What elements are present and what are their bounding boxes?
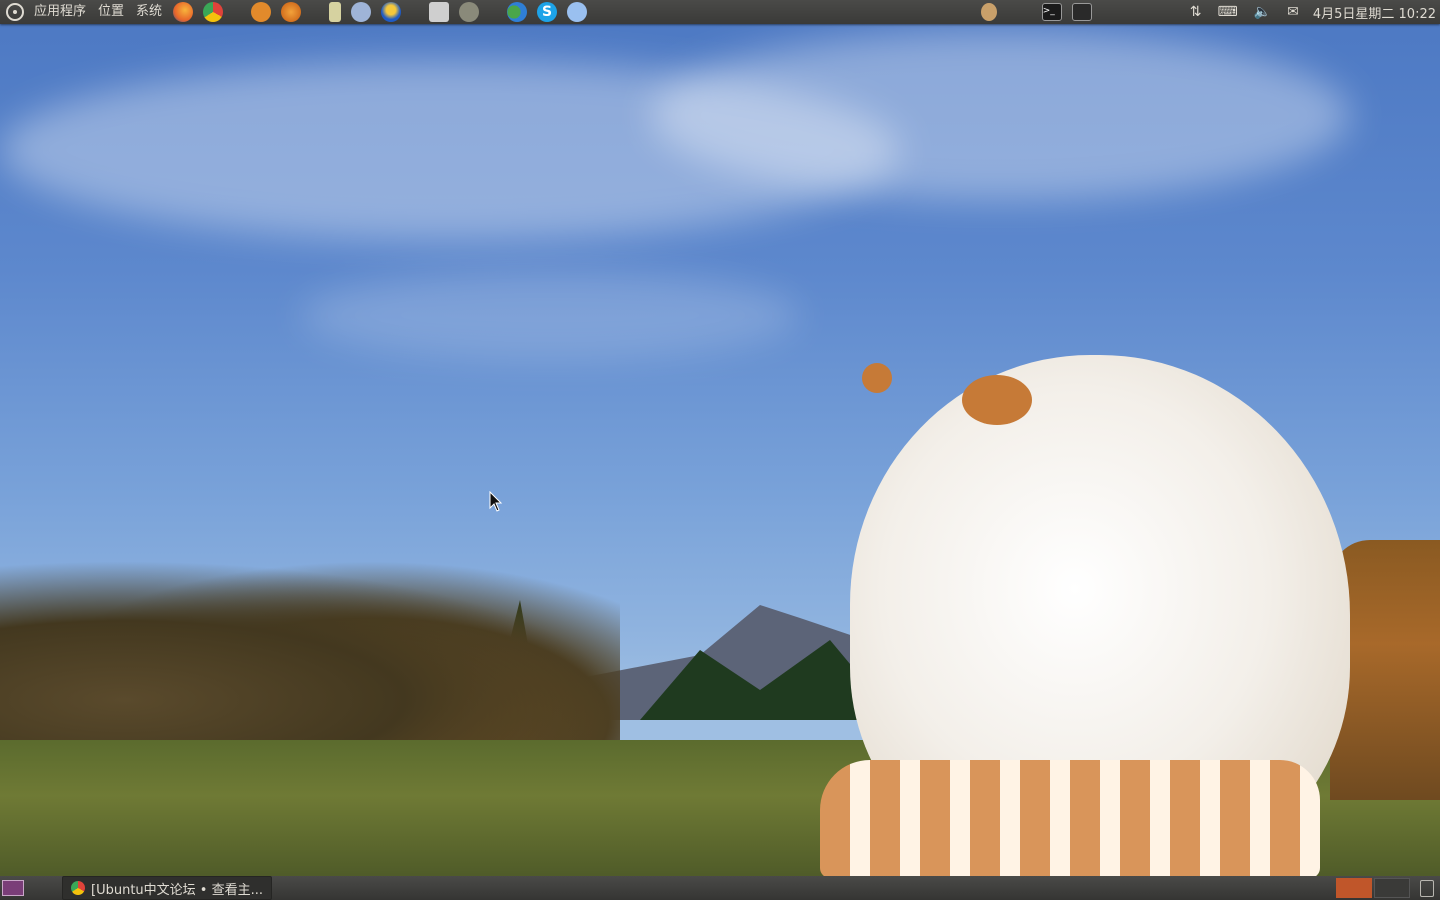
trash-icon[interactable] — [1420, 879, 1434, 897]
mouse-cursor-icon — [489, 491, 503, 512]
cat-ear — [862, 363, 892, 393]
firefox-icon[interactable] — [173, 2, 194, 22]
wine-icon[interactable] — [351, 2, 372, 22]
cat-spot — [962, 375, 1032, 425]
chrome-icon[interactable] — [203, 2, 224, 22]
trees-left — [0, 560, 620, 760]
menu-system[interactable]: 系统 — [130, 0, 168, 24]
workspace-2[interactable] — [1374, 878, 1410, 898]
main-menu: 应用程序 位置 系统 — [28, 0, 168, 24]
taskbar-window-button[interactable]: [Ubuntu中文论坛 • 查看主... — [62, 876, 272, 900]
rabbit-tray-icon[interactable] — [980, 3, 997, 21]
skype-icon[interactable]: S — [537, 2, 558, 22]
qq-icon[interactable] — [381, 2, 402, 22]
top-panel: 应用程序 位置 系统 S >_ ⇅ ⌨ 🔈 ✉ 4月5日星期二 10:22 — [0, 0, 1440, 24]
taskbar-window-title: [Ubuntu中文论坛 • 查看主... — [91, 882, 263, 898]
volume-icon[interactable]: 🔈 — [1254, 0, 1271, 24]
keyboard-icon[interactable]: ⌨ — [1217, 0, 1237, 24]
ubuntu-logo-icon[interactable] — [6, 3, 24, 21]
show-desktop-icon[interactable] — [2, 880, 24, 896]
desktop-wallpaper — [0, 0, 1440, 900]
cat-tail — [820, 760, 1320, 878]
network-icon[interactable]: ⇅ — [1190, 0, 1202, 24]
screenshot-icon[interactable] — [429, 2, 450, 22]
swirl-icon[interactable] — [281, 2, 302, 22]
rabbit-icon[interactable] — [567, 2, 588, 22]
pidgin-icon[interactable] — [507, 2, 528, 22]
menu-applications[interactable]: 应用程序 — [28, 0, 92, 24]
fish-icon[interactable] — [251, 2, 272, 22]
chrome-icon — [71, 881, 85, 895]
menu-places[interactable]: 位置 — [92, 0, 130, 24]
media-player-icon[interactable] — [329, 2, 342, 22]
bottom-panel: [Ubuntu中文论坛 • 查看主... — [0, 876, 1440, 900]
terminal-icon[interactable]: >_ — [1041, 3, 1062, 21]
mail-icon[interactable]: ✉ — [1287, 0, 1299, 24]
workspace-1[interactable] — [1336, 878, 1372, 898]
gimp-icon[interactable] — [459, 2, 480, 22]
clock[interactable]: 4月5日星期二 10:22 — [1313, 3, 1436, 22]
terminal-alt-icon[interactable] — [1071, 3, 1092, 21]
